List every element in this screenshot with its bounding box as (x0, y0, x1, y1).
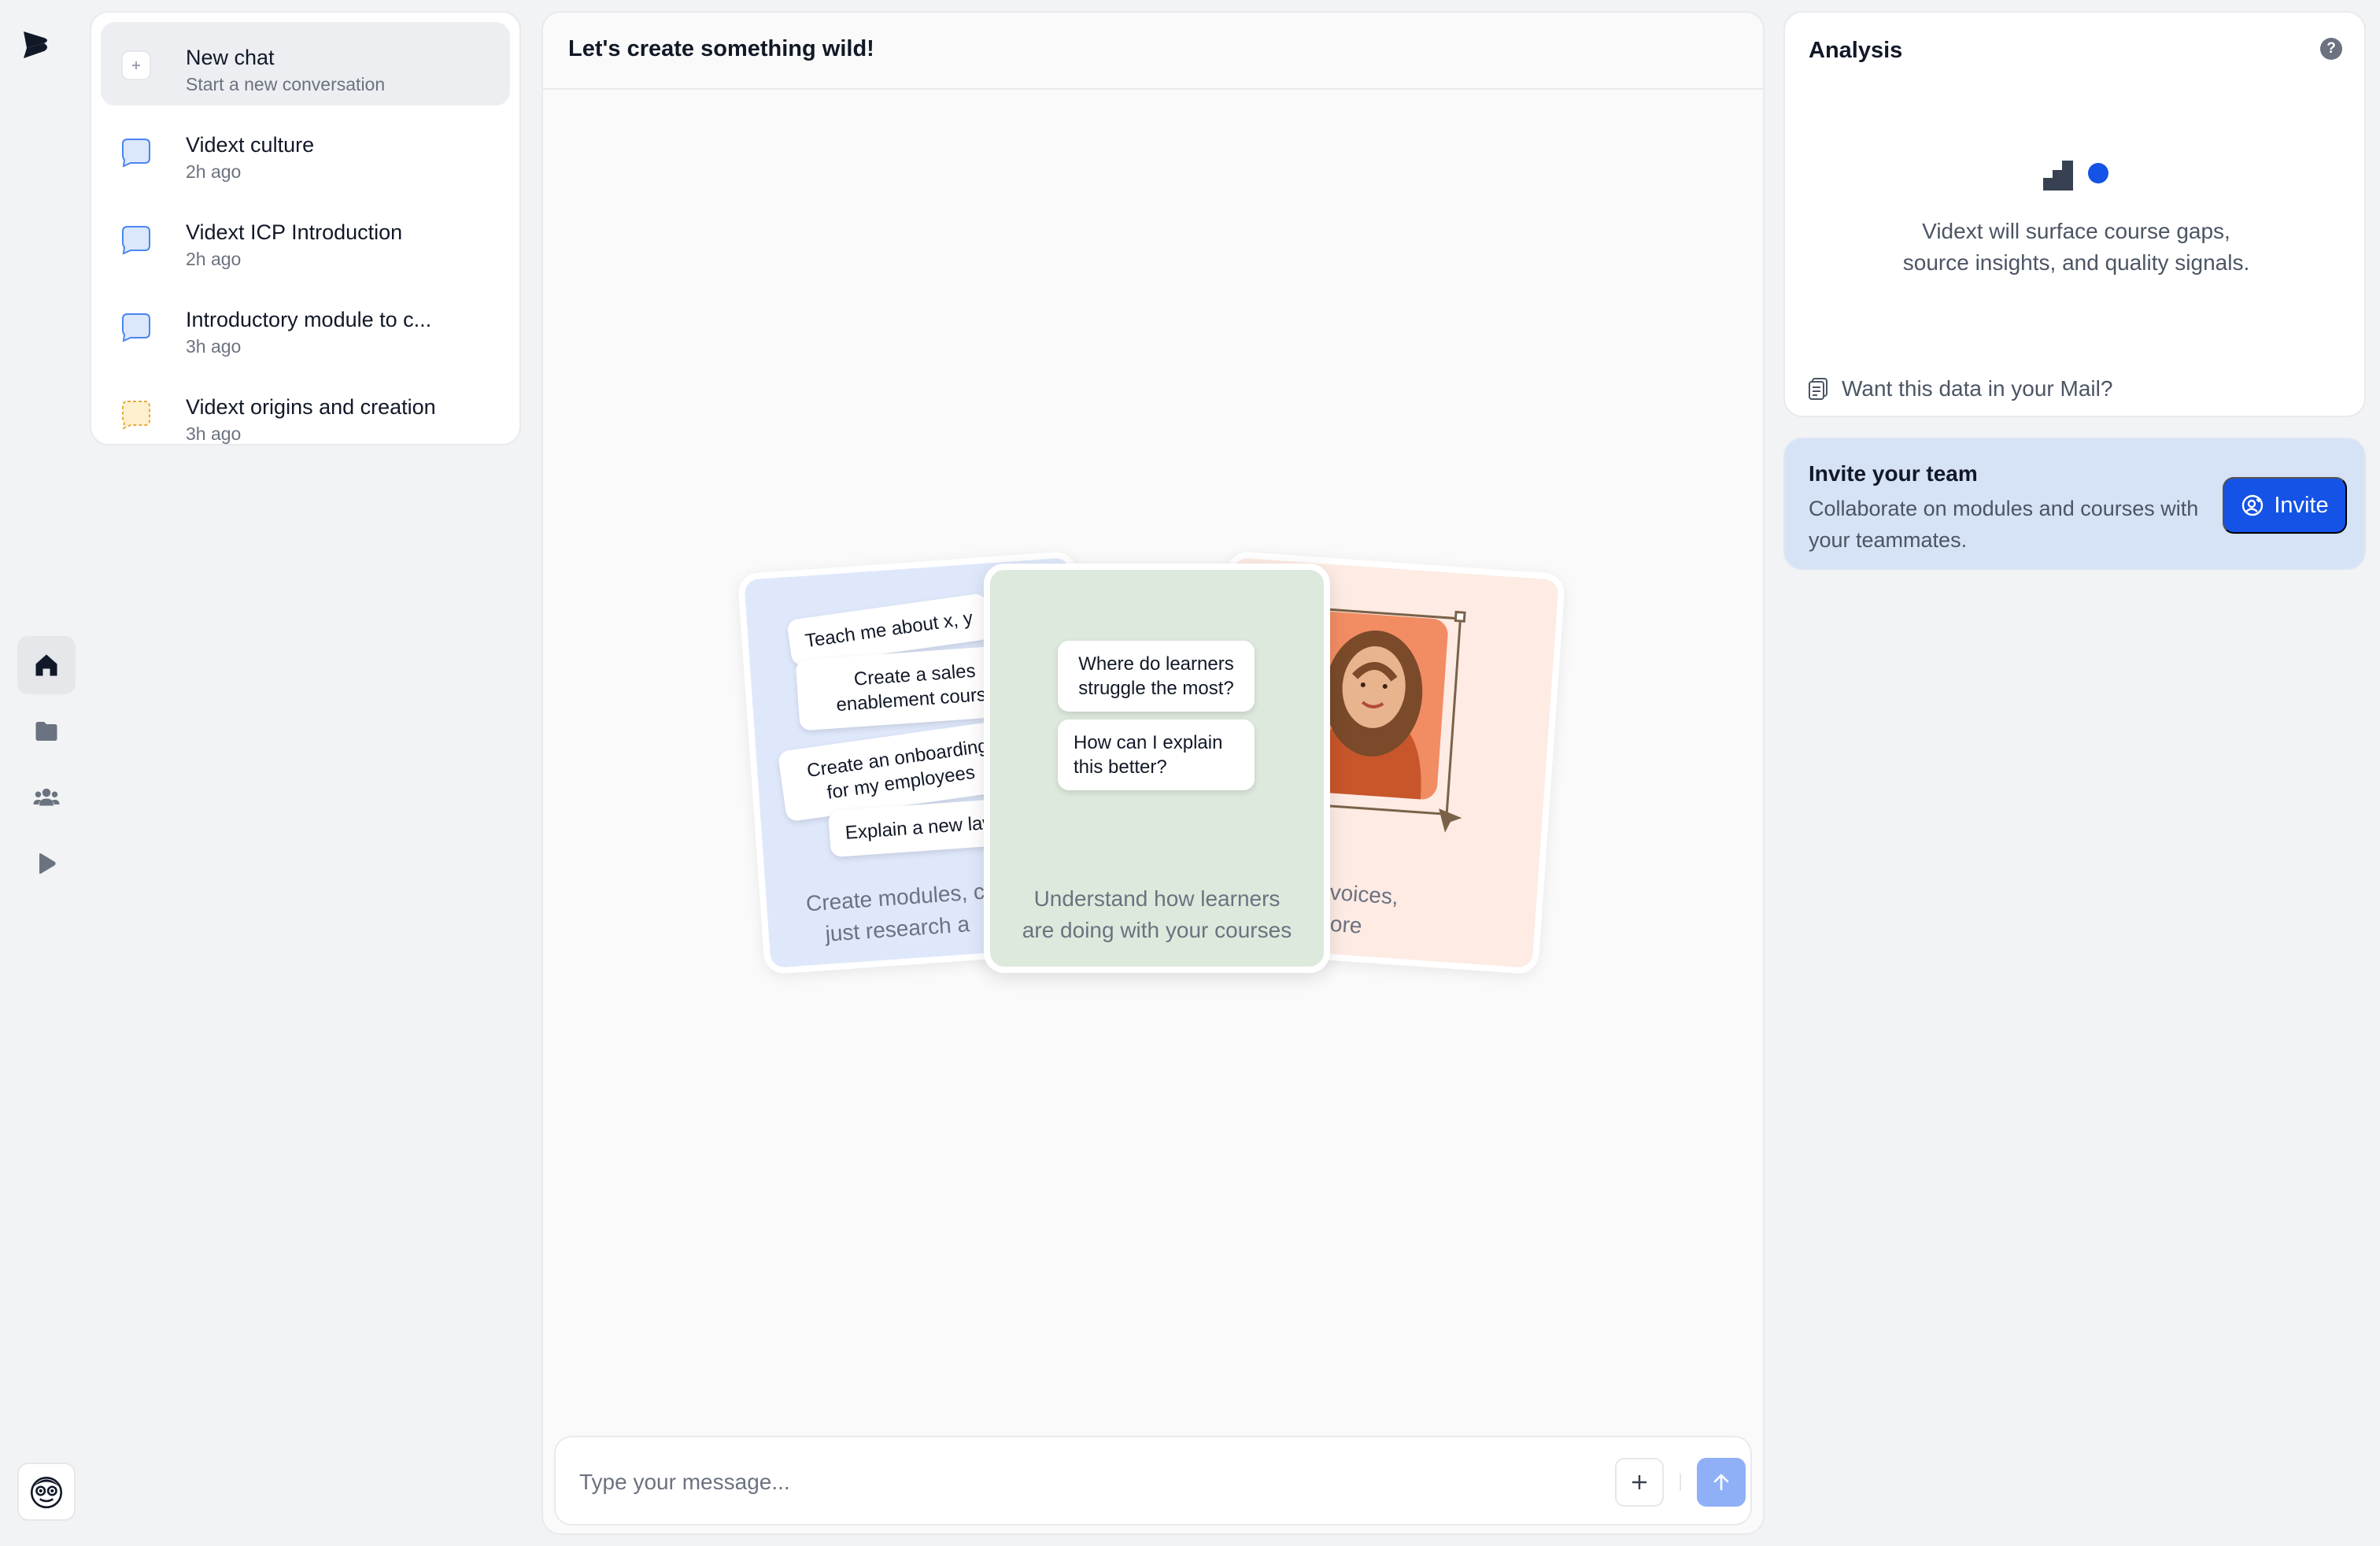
invite-button[interactable]: Invite (2223, 477, 2347, 534)
conversation-title: New chat (186, 46, 275, 69)
conversation-time: 3h ago (186, 336, 242, 357)
conversation-title: Vidext culture (186, 133, 315, 157)
nav-videos-button[interactable] (17, 834, 76, 893)
chat-bubble-icon (122, 139, 150, 168)
invite-title: Invite your team (1809, 461, 1978, 486)
conversation-title: Introductory module to c... (186, 308, 432, 331)
card-caption-line: are doing with your courses (1022, 918, 1292, 942)
chat-bubble-icon (122, 226, 150, 255)
invite-button-label: Invite (2274, 492, 2329, 518)
users-icon (33, 788, 60, 806)
learner-insights-card: Where do learners struggle the most? How… (984, 564, 1330, 973)
mail-export-label: Want this data in your Mail? (1842, 376, 2113, 401)
conversation-time: 2h ago (186, 249, 242, 269)
document-icon (1809, 378, 1828, 400)
user-plus-icon (2242, 494, 2264, 516)
conversation-item[interactable]: Vidext ICP Introduction 2h ago (101, 197, 510, 280)
send-button[interactable] (1697, 1458, 1746, 1507)
invite-team-banner: Invite your team Collaborate on modules … (1783, 438, 2366, 570)
nav-team-button[interactable] (17, 768, 76, 827)
nav-folder-button[interactable] (17, 702, 76, 760)
chat-bubble-icon (122, 313, 150, 342)
help-icon[interactable]: ? (2320, 38, 2342, 60)
conversation-list: New chat Start a new conversation Vidext… (90, 11, 521, 446)
message-composer (554, 1436, 1752, 1526)
analysis-panel: Analysis ? Vidext will surface course ga… (1783, 11, 2366, 417)
conversation-title: Vidext origins and creation (186, 395, 436, 419)
card-caption: Create modules, c just research a (805, 876, 988, 952)
brand-logo-icon[interactable] (20, 27, 57, 63)
analysis-text-line: source insights, and quality signals. (1902, 250, 2250, 275)
arrow-up-icon (1713, 1474, 1729, 1491)
analysis-text-line: Vidext will surface course gaps, (1922, 219, 2230, 243)
monkey-avatar-icon (30, 1476, 63, 1509)
conversation-subtitle: Start a new conversation (186, 74, 386, 94)
conversation-time: 2h ago (186, 161, 242, 182)
conversation-time: 3h ago (186, 423, 242, 444)
card-caption: Understand how learners are doing with y… (990, 883, 1324, 946)
conversation-item[interactable]: Vidext origins and creation 3h ago (101, 372, 510, 455)
conversation-item[interactable]: Vidext culture 2h ago (101, 109, 510, 193)
folder-icon (35, 722, 57, 741)
invite-description: Collaborate on modules and courses with … (1809, 497, 2199, 552)
mail-export-link[interactable]: Want this data in your Mail? (1807, 376, 2112, 401)
message-input[interactable] (579, 1464, 1587, 1500)
conversation-item[interactable]: Introductory module to c... 3h ago (101, 284, 510, 368)
plus-icon (1632, 1475, 1646, 1489)
cursor-icon (1439, 808, 1462, 833)
divider (1680, 1474, 1681, 1491)
feature-cards: Teach me about x, y Create a sales enabl… (543, 13, 1763, 1533)
attach-button[interactable] (1615, 1458, 1664, 1507)
nav-rail (0, 0, 87, 1546)
home-icon (35, 654, 57, 676)
analysis-illustration-icon (2043, 161, 2108, 190)
analysis-description: Vidext will surface course gaps, source … (1785, 216, 2367, 279)
play-icon (39, 853, 56, 874)
question-bubble: Where do learners struggle the most? (1058, 641, 1255, 712)
nav-home-button[interactable] (17, 636, 76, 694)
plus-icon (121, 50, 151, 80)
resize-handle (1454, 610, 1466, 623)
card-caption-line: Understand how learners (1033, 886, 1281, 911)
user-avatar[interactable] (17, 1463, 76, 1521)
new-chat-item[interactable]: New chat Start a new conversation (101, 22, 510, 105)
question-bubble: How can I explain this better? (1058, 719, 1255, 790)
panel-title: Analysis (1809, 38, 1903, 63)
chat-main: Let's create something wild! Teach me ab… (541, 11, 1765, 1535)
conversation-title: Vidext ICP Introduction (186, 220, 403, 244)
chat-bubble-dashed-icon (122, 401, 150, 430)
